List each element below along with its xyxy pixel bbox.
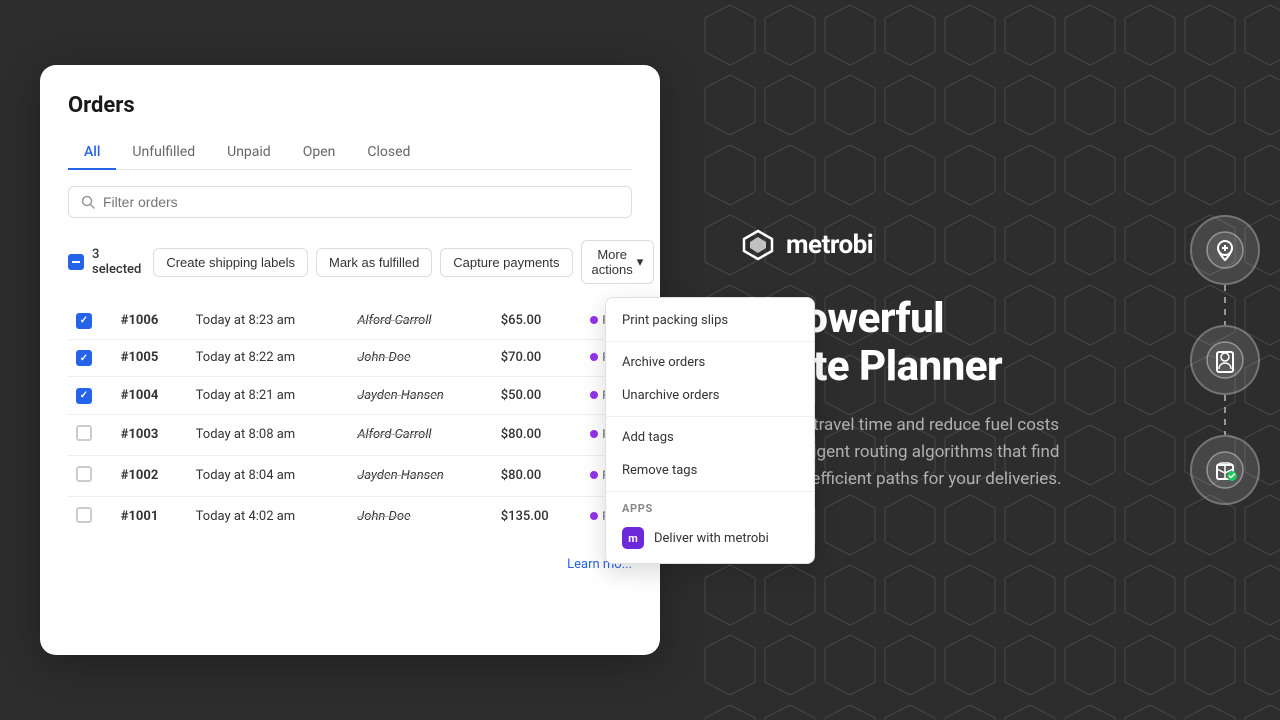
route-line-1 [1224, 285, 1226, 325]
search-icon [81, 195, 95, 209]
row-checkbox-1002[interactable] [76, 466, 92, 482]
tab-unfulfilled[interactable]: Unfulfilled [116, 136, 211, 170]
order-amount: $135.00 [493, 496, 582, 537]
order-customer: John Doe [349, 496, 492, 537]
selected-count: 3 selected [92, 247, 141, 277]
metrobi-app-icon: m [622, 527, 644, 549]
order-amount: $50.00 [493, 377, 582, 415]
search-input[interactable] [103, 194, 619, 210]
order-id: #1002 [113, 455, 188, 496]
route-node-1 [1190, 215, 1260, 285]
dropdown-unarchive-orders[interactable]: Unarchive orders [606, 379, 814, 412]
table-row: #1005 Today at 8:22 am John Doe $70.00 P [68, 339, 632, 377]
metrobi-logo-icon [740, 227, 776, 263]
tab-open[interactable]: Open [287, 136, 352, 170]
tab-unpaid[interactable]: Unpaid [211, 136, 287, 170]
order-id: #1003 [113, 414, 188, 455]
dropdown-divider-2 [606, 416, 814, 417]
order-date: Today at 4:02 am [188, 496, 350, 537]
more-actions-button[interactable]: More actions ▾ [581, 240, 655, 284]
order-date: Today at 8:08 am [188, 414, 350, 455]
order-amount: $80.00 [493, 455, 582, 496]
create-shipping-labels-button[interactable]: Create shipping labels [153, 248, 308, 277]
table-row: #1003 Today at 8:08 am Alford Carroll $8… [68, 414, 632, 455]
table-row: #1001 Today at 4:02 am John Doe $135.00 … [68, 496, 632, 537]
table-row: #1004 Today at 8:21 am Jayden Hansen $50… [68, 377, 632, 415]
order-date: Today at 8:04 am [188, 455, 350, 496]
dropdown-deliver-metrobi[interactable]: m Deliver with metrobi [606, 519, 814, 557]
learn-more-link[interactable]: Learn mo... [68, 557, 632, 572]
action-bar: 3 selected Create shipping labels Mark a… [68, 232, 632, 292]
orders-title: Orders [68, 93, 632, 118]
order-date: Today at 8:23 am [188, 302, 350, 339]
row-checkbox-1004[interactable] [76, 388, 92, 404]
select-all-checkbox[interactable] [68, 254, 84, 270]
more-actions-dropdown: Print packing slips Archive orders Unarc… [605, 297, 815, 564]
tab-closed[interactable]: Closed [351, 136, 426, 170]
dropdown-archive-orders[interactable]: Archive orders [606, 346, 814, 379]
dropdown-add-tags[interactable]: Add tags [606, 421, 814, 454]
chevron-down-icon: ▾ [637, 254, 644, 270]
deliver-metrobi-label: Deliver with metrobi [654, 531, 769, 546]
order-id: #1005 [113, 339, 188, 377]
order-customer: Jayden Hansen [349, 377, 492, 415]
dropdown-apps-label: APPS [606, 496, 814, 519]
route-node-2 [1190, 325, 1260, 395]
order-id: #1006 [113, 302, 188, 339]
dropdown-divider-1 [606, 341, 814, 342]
order-id: #1004 [113, 377, 188, 415]
tabs: All Unfulfilled Unpaid Open Closed [68, 136, 632, 170]
order-date: Today at 8:22 am [188, 339, 350, 377]
table-row: #1006 Today at 8:23 am Alford Carroll $6… [68, 302, 632, 339]
row-checkbox-1001[interactable] [76, 507, 92, 523]
left-panel: Orders All Unfulfilled Unpaid Open Close… [0, 0, 700, 720]
orders-card: Orders All Unfulfilled Unpaid Open Close… [40, 65, 660, 655]
row-checkbox-1003[interactable] [76, 425, 92, 441]
order-amount: $70.00 [493, 339, 582, 377]
order-date: Today at 8:21 am [188, 377, 350, 415]
mark-fulfilled-button[interactable]: Mark as fulfilled [316, 248, 432, 277]
table-row: #1002 Today at 8:04 am Jayden Hansen $80… [68, 455, 632, 496]
logo-text: metrobi [786, 230, 873, 260]
route-node-3 [1190, 435, 1260, 505]
order-amount: $65.00 [493, 302, 582, 339]
order-customer: Alford Carroll [349, 302, 492, 339]
order-id: #1001 [113, 496, 188, 537]
dropdown-print-packing-slips[interactable]: Print packing slips [606, 304, 814, 337]
dropdown-divider-3 [606, 491, 814, 492]
order-customer: Alford Carroll [349, 414, 492, 455]
row-checkbox-1006[interactable] [76, 313, 92, 329]
orders-table: #1006 Today at 8:23 am Alford Carroll $6… [68, 302, 632, 537]
order-customer: Jayden Hansen [349, 455, 492, 496]
metrobi-logo: metrobi [740, 227, 1220, 263]
search-bar [68, 186, 632, 218]
dropdown-remove-tags[interactable]: Remove tags [606, 454, 814, 487]
order-customer: John Doe [349, 339, 492, 377]
row-checkbox-1005[interactable] [76, 350, 92, 366]
route-line-2 [1224, 395, 1226, 435]
tab-all[interactable]: All [68, 136, 116, 170]
order-amount: $80.00 [493, 414, 582, 455]
route-visualization [1190, 215, 1260, 505]
capture-payments-button[interactable]: Capture payments [440, 248, 572, 277]
